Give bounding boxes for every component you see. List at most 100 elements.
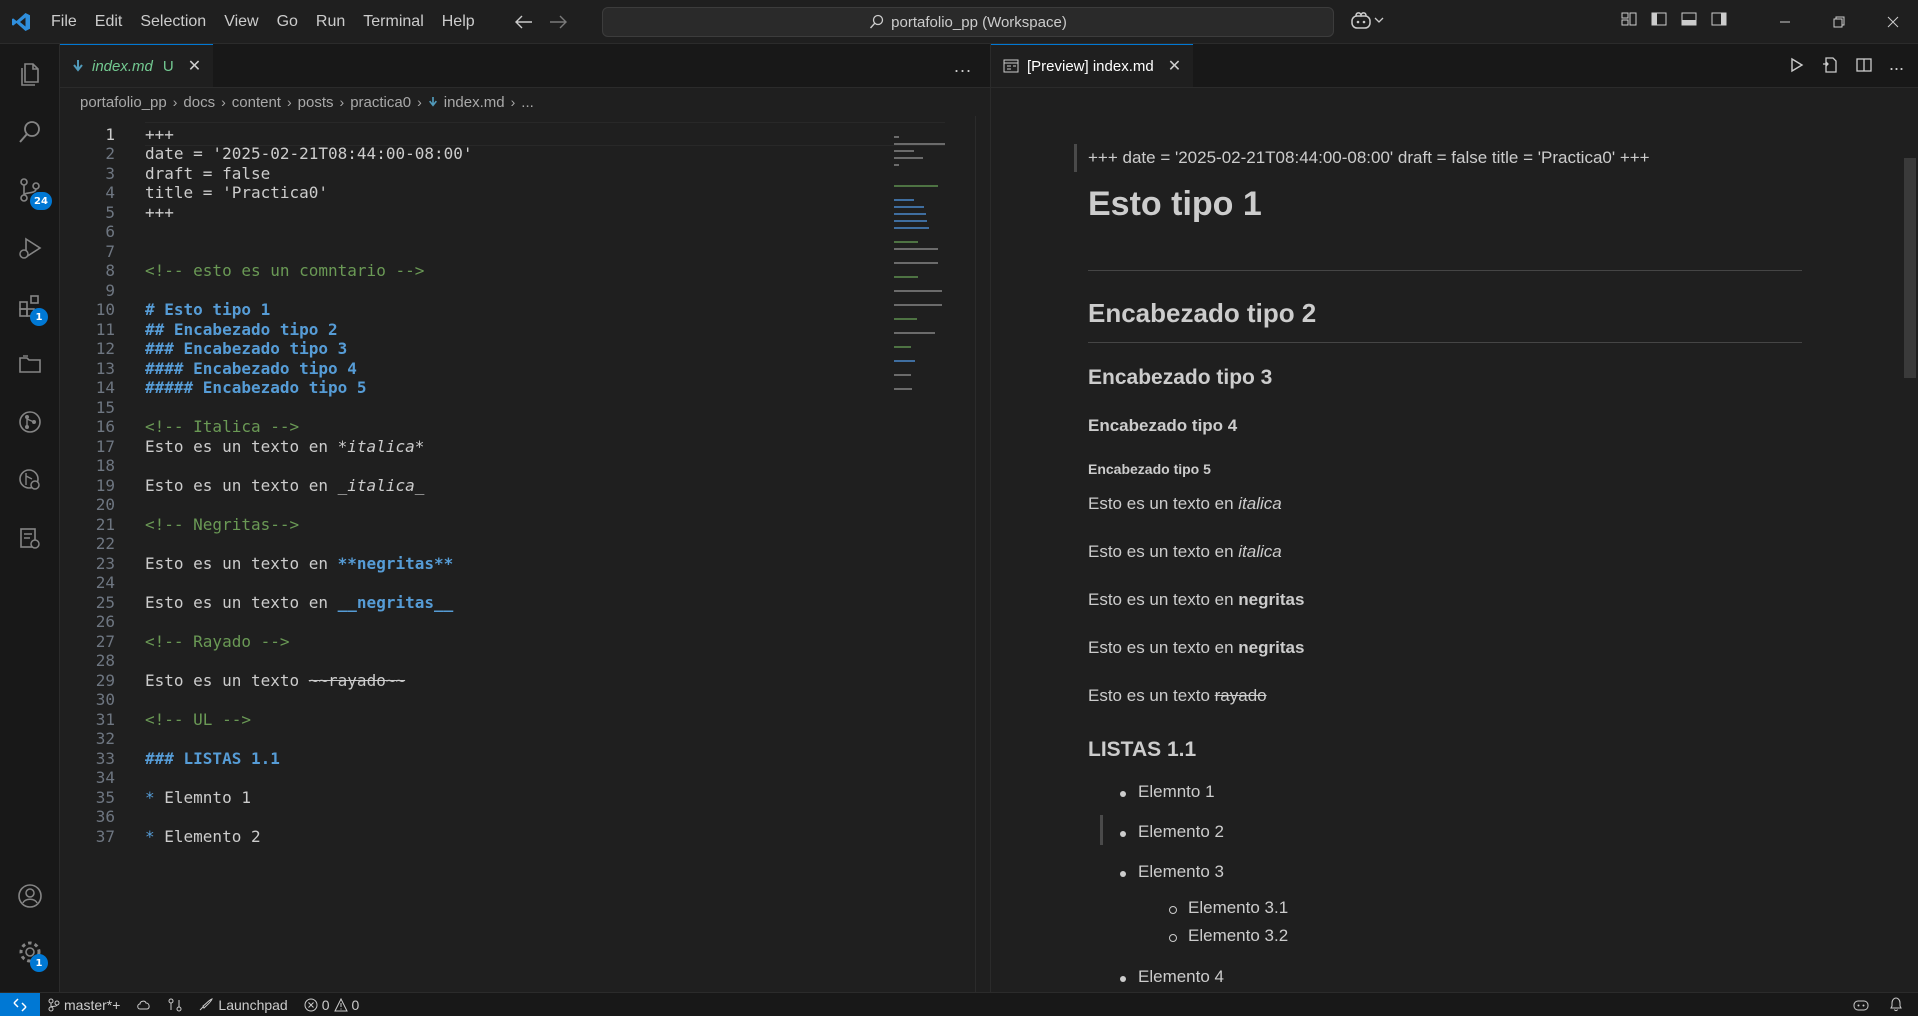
- run-debug-icon[interactable]: [0, 224, 60, 272]
- remote-indicator[interactable]: [0, 992, 40, 1016]
- list-bullet: [1120, 791, 1126, 797]
- customize-layout-icon[interactable]: [1620, 10, 1638, 28]
- chevron-right-icon: ›: [339, 94, 345, 110]
- minimap-line: [894, 199, 914, 201]
- manage-gear-icon[interactable]: 1: [0, 928, 60, 976]
- git-branch-icon: [48, 998, 60, 1011]
- source-control-icon[interactable]: 24: [0, 166, 60, 214]
- branch-name: master*+: [64, 996, 121, 1013]
- preview-scrollbar[interactable]: [1902, 88, 1918, 992]
- run-icon[interactable]: [1787, 56, 1805, 74]
- heading-4: Encabezado tipo 4: [1088, 416, 1238, 435]
- problems-status[interactable]: 0 0: [296, 997, 368, 1013]
- toggle-secondary-sidebar-icon[interactable]: [1710, 10, 1728, 28]
- minimap-line: [894, 136, 899, 138]
- minimize-icon[interactable]: [1758, 0, 1812, 44]
- menu-terminal[interactable]: Terminal: [354, 0, 432, 44]
- editor-scrollbar[interactable]: [975, 116, 989, 992]
- warning-icon: [333, 997, 348, 1011]
- breadcrumb-item[interactable]: content: [232, 94, 281, 111]
- git-graph-status[interactable]: [160, 998, 190, 1012]
- testing-settings-icon[interactable]: [0, 514, 60, 562]
- menu-view[interactable]: View: [215, 0, 267, 44]
- close-icon[interactable]: ✕: [1168, 56, 1181, 76]
- toggle-panel-icon[interactable]: [1680, 10, 1698, 28]
- minimap-line: [894, 185, 938, 187]
- layout-controls: [1620, 10, 1728, 28]
- menu-go[interactable]: Go: [268, 0, 307, 44]
- launchpad-status[interactable]: Launchpad: [190, 997, 295, 1013]
- close-window-icon[interactable]: [1866, 0, 1918, 44]
- menu-run[interactable]: Run: [307, 0, 354, 44]
- markdown-file-icon: [73, 60, 83, 72]
- sublist-bullet: [1169, 906, 1177, 914]
- minimap[interactable]: [890, 116, 980, 416]
- breadcrumb-item[interactable]: ...: [521, 94, 534, 111]
- vscode-window: File Edit Selection View Go Run Terminal…: [0, 0, 1918, 1016]
- menu-help[interactable]: Help: [433, 0, 484, 44]
- branch-status[interactable]: master*+: [40, 997, 128, 1013]
- breadcrumb-item[interactable]: posts: [298, 94, 334, 111]
- back-arrow-icon[interactable]: [514, 12, 534, 32]
- rocket-icon: [200, 997, 214, 1010]
- explorer-icon[interactable]: [0, 50, 60, 98]
- heading-1: Esto tipo 1: [1088, 185, 1262, 223]
- copilot-icon: [1351, 12, 1371, 29]
- chevron-right-icon: ›: [510, 94, 516, 110]
- copilot-status-icon[interactable]: [1852, 996, 1870, 1012]
- git-graph-icon[interactable]: [0, 398, 60, 446]
- menu-selection[interactable]: Selection: [131, 0, 215, 44]
- code-editor[interactable]: 1 +++ 2 date = '2025-02-21T08:44:00-08:00' 3…: [60, 116, 945, 992]
- activity-bar: 24 1 1: [0, 44, 60, 992]
- more-actions-icon[interactable]: ...: [1889, 55, 1904, 74]
- copilot-button[interactable]: [1350, 10, 1384, 30]
- tab-title: [Preview] index.md: [1027, 57, 1154, 75]
- chevron-down-icon: [1374, 17, 1384, 23]
- breadcrumb-item[interactable]: docs: [183, 94, 215, 111]
- scrollbar-thumb[interactable]: [1904, 158, 1916, 378]
- list-item: Elemento 4: [1138, 967, 1224, 986]
- menu-file[interactable]: File: [42, 0, 86, 44]
- menu-edit[interactable]: Edit: [86, 0, 132, 44]
- paragraph-strike: Esto es un texto rayado: [1088, 686, 1267, 705]
- account-icon[interactable]: [0, 872, 60, 920]
- minimap-line: [894, 213, 926, 215]
- breadcrumb-item[interactable]: portafolio_pp: [80, 94, 167, 111]
- paragraph-bold-2: Esto es un texto en negritas: [1088, 638, 1305, 657]
- front-matter-text: +++ date = '2025-02-21T08:44:00-08:00' d…: [1088, 148, 1650, 167]
- bell-icon[interactable]: [1888, 996, 1904, 1012]
- remote-explorer-icon[interactable]: [0, 456, 60, 504]
- nav-arrows: [514, 12, 568, 32]
- close-icon[interactable]: ✕: [188, 56, 201, 76]
- open-source-icon[interactable]: [1821, 56, 1839, 74]
- heading-2: Encabezado tipo 2: [1088, 298, 1317, 328]
- search-view-icon[interactable]: [0, 108, 60, 156]
- list-bullet: [1120, 831, 1126, 837]
- split-editor-icon[interactable]: [1855, 56, 1873, 74]
- code-line[interactable]: 37 * Elemento 2: [60, 824, 930, 848]
- menu-bar: File Edit Selection View Go Run Terminal…: [42, 0, 484, 44]
- toggle-primary-sidebar-icon[interactable]: [1650, 10, 1668, 28]
- restore-icon[interactable]: [1812, 0, 1866, 44]
- list-bullet: [1120, 871, 1126, 877]
- tab-preview[interactable]: [Preview] index.md ✕: [991, 44, 1194, 87]
- sublist-item: Elemento 3.1: [1188, 898, 1289, 917]
- extensions-icon[interactable]: 1: [0, 282, 60, 330]
- list-item: Elemento 2: [1138, 822, 1224, 841]
- paragraph-italic-1: Esto es un texto en italica: [1088, 494, 1282, 513]
- tab-index-md[interactable]: index.md U ✕: [60, 44, 214, 87]
- extensions-badge: 1: [30, 308, 48, 326]
- forward-arrow-icon[interactable]: [548, 12, 568, 32]
- minimap-line: [894, 241, 918, 243]
- breadcrumb-item[interactable]: index.md: [444, 94, 505, 111]
- breadcrumb-item[interactable]: practica0: [350, 94, 411, 111]
- project-manager-icon[interactable]: [0, 340, 60, 388]
- editor-group-right: [Preview] index.md ✕ ... +++ date = '202…: [991, 44, 1918, 992]
- status-right: [1852, 996, 1904, 1012]
- sublist-bullet: [1169, 934, 1177, 942]
- selection-indicator: [1100, 815, 1103, 845]
- more-actions-icon[interactable]: ...: [954, 56, 972, 77]
- sync-status[interactable]: [128, 999, 160, 1011]
- sublist-item: Elemento 3.2: [1188, 926, 1289, 945]
- command-center-search[interactable]: portafolio_pp (Workspace): [602, 7, 1334, 37]
